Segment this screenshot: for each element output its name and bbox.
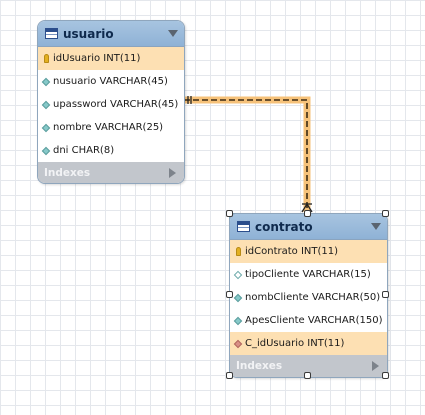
- chevron-down-icon[interactable]: [371, 223, 381, 230]
- table-title: usuario: [63, 26, 114, 41]
- table-title: contrato: [255, 219, 313, 234]
- column-label: idContrato INT(11): [245, 246, 339, 257]
- resize-handle-middle-right[interactable]: [382, 291, 389, 298]
- table-header[interactable]: contrato: [230, 214, 387, 240]
- table-icon: [237, 221, 250, 232]
- resize-handle-top-right[interactable]: [382, 210, 389, 217]
- nullable-column-icon: [233, 270, 243, 279]
- column-label: ApesCliente VARCHAR(150): [245, 315, 383, 326]
- table-usuario[interactable]: usuario idUsuario INT(11) nusuario VARCH…: [37, 20, 185, 184]
- column-row[interactable]: nusuario VARCHAR(45): [38, 70, 184, 93]
- indexes-label: Indexes: [44, 167, 91, 179]
- expand-arrow-icon[interactable]: [372, 361, 379, 371]
- column-row[interactable]: dni CHAR(8): [38, 139, 184, 162]
- indexes-section[interactable]: Indexes: [38, 162, 184, 183]
- column-label: nombre VARCHAR(25): [53, 122, 164, 133]
- column-row[interactable]: ApesCliente VARCHAR(150): [230, 309, 387, 332]
- not-null-column-icon: [233, 316, 243, 325]
- not-null-column-icon: [41, 123, 51, 132]
- column-label: tipoCliente VARCHAR(15): [245, 269, 371, 280]
- not-null-column-icon: [41, 77, 51, 86]
- column-label: nombCliente VARCHAR(50): [245, 292, 381, 303]
- resize-handle-bottom-center[interactable]: [304, 372, 311, 379]
- column-row[interactable]: idUsuario INT(11): [38, 47, 184, 70]
- column-label: nusuario VARCHAR(45): [53, 76, 168, 87]
- table-header[interactable]: usuario: [38, 21, 184, 47]
- chevron-down-icon[interactable]: [168, 30, 178, 37]
- diagram-canvas: usuario idUsuario INT(11) nusuario VARCH…: [0, 0, 425, 415]
- column-row[interactable]: C_idUsuario INT(11): [230, 332, 387, 355]
- relationship-highlight: [184, 96, 311, 212]
- column-row[interactable]: nombre VARCHAR(25): [38, 116, 184, 139]
- not-null-column-icon: [233, 293, 243, 302]
- column-label: dni CHAR(8): [53, 145, 115, 156]
- primary-key-icon: [43, 54, 49, 63]
- column-label: C_idUsuario INT(11): [245, 338, 345, 349]
- resize-handle-top-center[interactable]: [304, 210, 311, 217]
- column-row[interactable]: nombCliente VARCHAR(50): [230, 286, 387, 309]
- column-row[interactable]: tipoCliente VARCHAR(15): [230, 263, 387, 286]
- expand-arrow-icon[interactable]: [169, 168, 176, 178]
- primary-key-icon: [235, 247, 241, 256]
- indexes-label: Indexes: [236, 360, 283, 372]
- column-row[interactable]: upassword VARCHAR(45): [38, 93, 184, 116]
- table-contrato[interactable]: contrato idContrato INT(11) tipoCliente …: [229, 213, 388, 378]
- not-null-column-icon: [41, 146, 51, 155]
- column-label: idUsuario INT(11): [53, 53, 141, 64]
- resize-handle-bottom-left[interactable]: [226, 372, 233, 379]
- resize-handle-top-left[interactable]: [226, 210, 233, 217]
- column-label: upassword VARCHAR(45): [53, 99, 179, 110]
- foreign-key-icon: [233, 339, 243, 348]
- resize-handle-bottom-right[interactable]: [382, 372, 389, 379]
- table-icon: [45, 28, 58, 39]
- not-null-column-icon: [41, 100, 51, 109]
- resize-handle-middle-left[interactable]: [226, 291, 233, 298]
- column-row[interactable]: idContrato INT(11): [230, 240, 387, 263]
- relationship-line: [184, 99, 308, 212]
